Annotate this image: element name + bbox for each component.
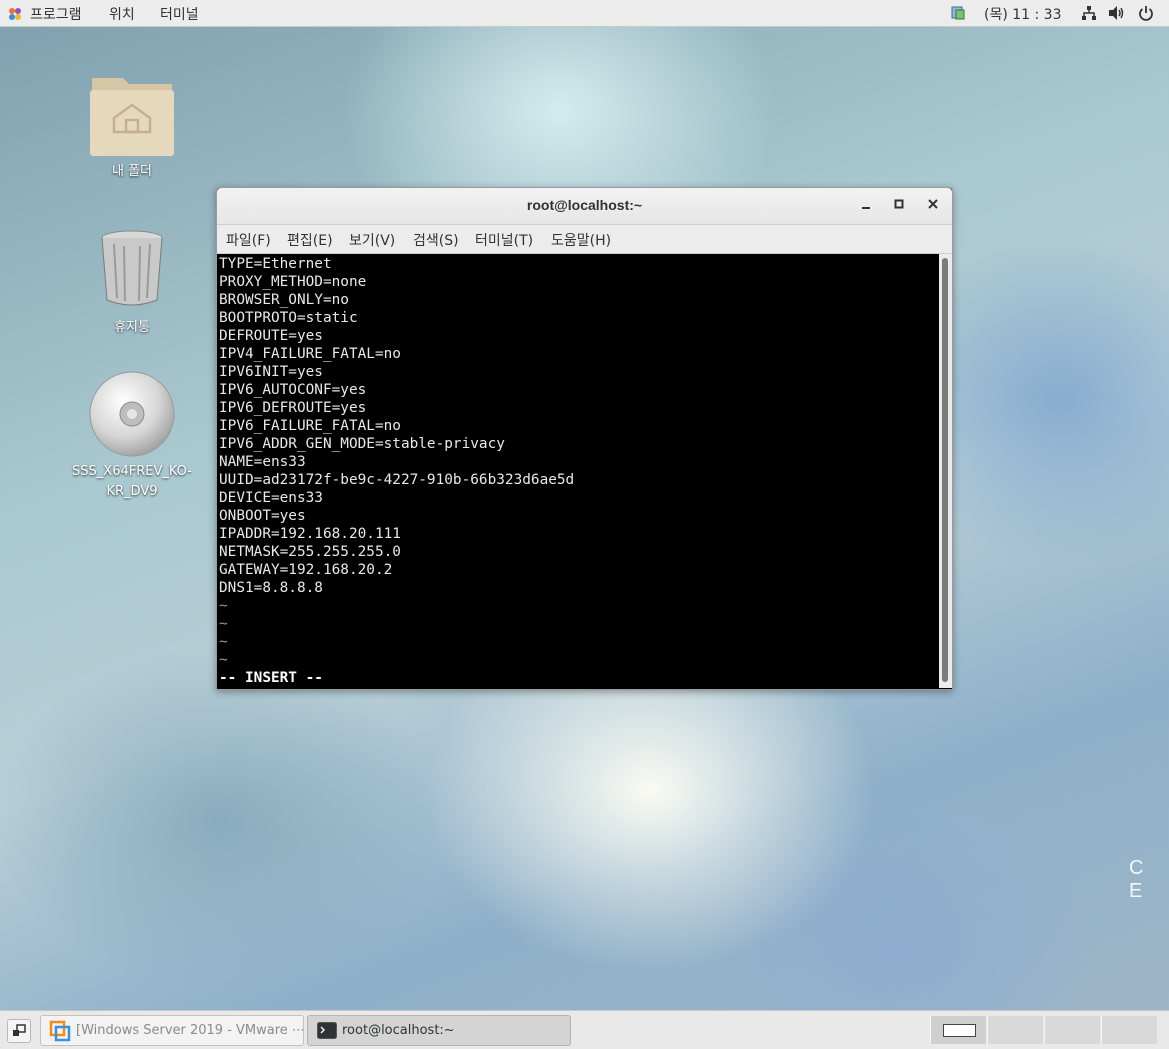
dvd-icon	[89, 371, 175, 457]
top-panel: 프로그램 위치 터미널 (목) 11 : 33	[0, 0, 1169, 27]
desktop-icon-label: 휴지통	[114, 320, 150, 335]
terminal-line: IPV6_DEFROUTE=yes	[219, 400, 367, 416]
menu-terminal[interactable]: 터미널	[160, 4, 199, 24]
maximize-button[interactable]	[890, 197, 908, 215]
terminal-scrollbar[interactable]	[939, 254, 952, 688]
terminal-menubar: 파일(F) 편집(E) 보기(V) 검색(S) 터미널(T) 도움말(H)	[217, 225, 952, 254]
power-icon[interactable]	[1138, 5, 1154, 21]
terminal-line: TYPE=Ethernet	[219, 256, 332, 272]
terminal-line: UUID=ad23172f-be9c-4227-910b-66b323d6ae5…	[219, 472, 575, 488]
terminal-line: DEVICE=ens33	[219, 490, 323, 506]
terminal-line: GATEWAY=192.168.20.2	[219, 562, 393, 578]
task-label: [Windows Server 2019 - VMware ⋯	[76, 1023, 304, 1038]
clock[interactable]: (목) 11 : 33	[984, 4, 1062, 24]
trash-icon	[101, 230, 163, 306]
task-vmware[interactable]: [Windows Server 2019 - VMware ⋯	[40, 1015, 304, 1046]
menu-places[interactable]: 위치	[109, 4, 135, 24]
terminal-window: root@localhost:~ 파일(F) 편집(E) 보기(V) 검색(S)…	[216, 187, 953, 690]
menu-edit[interactable]: 편집(E)	[287, 230, 333, 250]
menu-terminal-window[interactable]: 터미널(T)	[475, 230, 533, 250]
terminal-line: NAME=ens33	[219, 454, 306, 470]
workspace-3[interactable]	[1044, 1016, 1100, 1044]
terminal-line: IPV6INIT=yes	[219, 364, 323, 380]
terminal-line: IPV4_FAILURE_FATAL=no	[219, 346, 401, 362]
desktop-home-folder[interactable]: 내 폴더	[67, 72, 197, 182]
terminal-line: BROWSER_ONLY=no	[219, 292, 349, 308]
window-titlebar[interactable]: root@localhost:~	[217, 188, 952, 225]
applications-icon[interactable]	[8, 7, 22, 21]
terminal-line: IPV6_FAILURE_FATAL=no	[219, 418, 401, 434]
close-icon	[928, 199, 938, 209]
desktop-icon-label: 내 폴더	[111, 164, 152, 179]
empty-line-tilde: ~	[219, 616, 228, 632]
menu-help[interactable]: 도움말(H)	[551, 230, 611, 250]
maximize-icon	[894, 199, 904, 209]
bottom-panel: [Windows Server 2019 - VMware ⋯ root@loc…	[0, 1010, 1169, 1049]
menu-file[interactable]: 파일(F)	[226, 230, 271, 250]
update-icon[interactable]	[950, 5, 966, 21]
desktop-watermark: C E	[1129, 857, 1150, 902]
terminal-output[interactable]: TYPE=Ethernet PROXY_METHOD=none BROWSER_…	[217, 254, 939, 688]
scrollbar-thumb[interactable]	[942, 258, 948, 682]
volume-icon[interactable]	[1108, 5, 1126, 21]
close-button[interactable]	[924, 197, 942, 215]
desktop-icon-label: KR_DV9	[106, 484, 158, 499]
terminal-line: IPV6_AUTOCONF=yes	[219, 382, 367, 398]
workspace-4[interactable]	[1101, 1016, 1157, 1044]
terminal-icon	[317, 1022, 337, 1039]
desktop-dvd[interactable]: SSS_X64FREV_KO- KR_DV9	[67, 370, 197, 502]
terminal-line: NETMASK=255.255.255.0	[219, 544, 401, 560]
terminal-line: IPADDR=192.168.20.111	[219, 526, 401, 542]
terminal-line: BOOTPROTO=static	[219, 310, 358, 326]
task-label: root@localhost:~	[342, 1023, 455, 1038]
menu-applications[interactable]: 프로그램	[30, 4, 82, 24]
terminal-line: ONBOOT=yes	[219, 508, 306, 524]
terminal-line: DNS1=8.8.8.8	[219, 580, 323, 596]
terminal-line: IPV6_ADDR_GEN_MODE=stable-privacy	[219, 436, 505, 452]
show-desktop-icon	[13, 1024, 26, 1036]
empty-line-tilde: ~	[219, 634, 228, 650]
task-terminal[interactable]: root@localhost:~	[307, 1015, 571, 1046]
menu-search[interactable]: 검색(S)	[413, 230, 459, 250]
network-icon[interactable]	[1081, 5, 1097, 21]
menu-view[interactable]: 보기(V)	[349, 230, 395, 250]
desktop-trash[interactable]: 휴지통	[67, 228, 197, 338]
vim-mode-indicator: -- INSERT --	[219, 670, 323, 686]
minimize-button[interactable]	[857, 197, 875, 215]
workspace-window-thumbnail	[943, 1024, 976, 1037]
empty-line-tilde: ~	[219, 598, 228, 614]
terminal-line: PROXY_METHOD=none	[219, 274, 367, 290]
vmware-icon	[49, 1020, 71, 1042]
minimize-icon	[862, 207, 870, 209]
terminal-line: DEFROUTE=yes	[219, 328, 323, 344]
home-folder-icon	[90, 78, 174, 156]
empty-line-tilde: ~	[219, 652, 228, 668]
desktop-icon-label: SSS_X64FREV_KO-	[72, 464, 192, 479]
window-title: root@localhost:~	[526, 197, 643, 213]
show-desktop-button[interactable]	[7, 1019, 31, 1043]
workspace-2[interactable]	[987, 1016, 1043, 1044]
workspace-1[interactable]	[930, 1016, 986, 1044]
